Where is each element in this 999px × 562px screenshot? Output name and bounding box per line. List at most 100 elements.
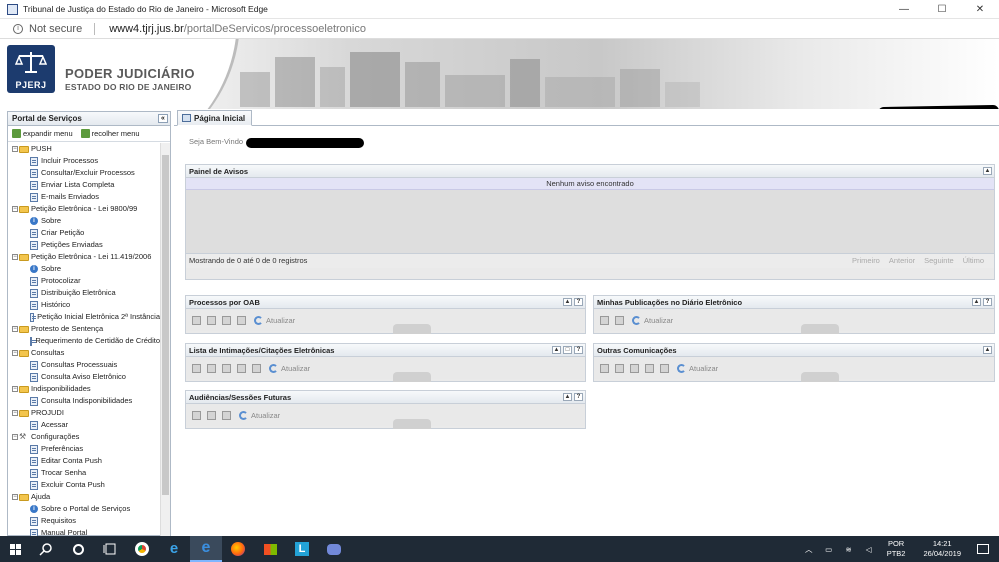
cortana-button[interactable] bbox=[62, 536, 94, 562]
security-status[interactable]: Not secure bbox=[29, 23, 82, 35]
tab-home[interactable]: Página Inicial bbox=[177, 110, 253, 126]
resize-handle[interactable] bbox=[393, 372, 431, 382]
resize-handle[interactable] bbox=[801, 324, 839, 334]
sidebar-folder[interactable]: − Protesto de Sentença bbox=[8, 323, 160, 335]
task-view-button[interactable] bbox=[94, 536, 126, 562]
sidebar-item[interactable]: Consultas Processuais bbox=[8, 359, 160, 371]
sidebar-item[interactable]: E-mails Enviados bbox=[8, 191, 160, 203]
sidebar-item[interactable]: Excluir Conta Push bbox=[8, 479, 160, 491]
publications-refresh-button[interactable]: Atualizar bbox=[632, 315, 673, 325]
tree-toggle-icon[interactable]: − bbox=[12, 494, 18, 500]
print-icon[interactable] bbox=[237, 315, 246, 325]
hearings-collapse-button[interactable]: ▲ bbox=[563, 393, 572, 401]
new-document-icon[interactable] bbox=[192, 315, 201, 325]
pjerj-logo[interactable]: PJERJ bbox=[7, 45, 55, 93]
sidebar-item[interactable]: Distribuição Eletrônica bbox=[8, 287, 160, 299]
sidebar-item[interactable]: Preferências bbox=[8, 443, 160, 455]
print-icon[interactable] bbox=[252, 363, 261, 373]
sidebar-item[interactable]: Incluir Processos bbox=[8, 155, 160, 167]
sidebar-item[interactable]: Trocar Senha bbox=[8, 467, 160, 479]
other-communications-collapse-button[interactable]: ▲ bbox=[983, 346, 992, 354]
firefox-taskbar-button[interactable] bbox=[222, 536, 254, 562]
sidebar-item[interactable]: Requerimento de Certidão de Crédito bbox=[8, 335, 160, 347]
volume-icon[interactable]: ◁ bbox=[863, 545, 875, 554]
start-button[interactable] bbox=[0, 536, 30, 562]
sidebar-folder[interactable]: − PUSH bbox=[8, 143, 160, 155]
oab-collapse-button[interactable]: ▲ bbox=[563, 298, 572, 306]
notices-collapse-button[interactable]: ▲ bbox=[983, 167, 992, 175]
view-icon[interactable] bbox=[207, 315, 216, 325]
hearings-help-button[interactable]: ? bbox=[574, 393, 583, 401]
pager-previous[interactable]: Anterior bbox=[889, 254, 915, 268]
tree-toggle-icon[interactable]: − bbox=[12, 326, 18, 332]
input-language-button[interactable]: POR PTB2 bbox=[887, 539, 906, 559]
publications-collapse-button[interactable]: ▲ bbox=[972, 298, 981, 306]
pager-next[interactable]: Seguinte bbox=[924, 254, 954, 268]
export-excel-icon[interactable] bbox=[645, 363, 654, 373]
sidebar-scrollbar[interactable] bbox=[160, 143, 170, 536]
export-excel-icon[interactable] bbox=[237, 363, 246, 373]
hearings-refresh-button[interactable]: Atualizar bbox=[239, 410, 280, 420]
sidebar-folder[interactable]: − Ajuda bbox=[8, 491, 160, 503]
url-text[interactable]: www4.tjrj.jus.br/portalDeServicos/proces… bbox=[109, 23, 366, 35]
sidebar-item[interactable]: i Sobre o Portal de Serviços bbox=[8, 503, 160, 515]
sidebar-folder[interactable]: − Petição Eletrônica - Lei 9800/99 bbox=[8, 203, 160, 215]
view-icon[interactable] bbox=[207, 363, 216, 373]
summons-refresh-button[interactable]: Atualizar bbox=[269, 363, 310, 373]
sidebar-folder[interactable]: − PROJUDI bbox=[8, 407, 160, 419]
site-info-icon[interactable]: i bbox=[13, 23, 23, 34]
oab-refresh-button[interactable]: Atualizar bbox=[254, 315, 295, 325]
tree-toggle-icon[interactable]: − bbox=[12, 206, 18, 212]
minimize-button[interactable]: — bbox=[885, 0, 923, 19]
close-button[interactable]: ✕ bbox=[961, 0, 999, 19]
resize-handle[interactable] bbox=[393, 419, 431, 429]
summons-collapse-button[interactable]: ▲ bbox=[552, 346, 561, 354]
network-icon[interactable]: ≋ bbox=[843, 545, 855, 554]
sidebar-item[interactable]: Criar Petição bbox=[8, 227, 160, 239]
export-icon[interactable] bbox=[222, 363, 231, 373]
tree-toggle-icon[interactable]: − bbox=[12, 434, 18, 440]
sidebar-scrollbar-thumb[interactable] bbox=[162, 155, 169, 495]
sidebar-item[interactable]: Petições Enviadas bbox=[8, 239, 160, 251]
sidebar-item[interactable]: Manual Portal bbox=[8, 527, 160, 536]
sidebar-folder[interactable]: − Petição Eletrônica - Lei 11.419/2006 bbox=[8, 251, 160, 263]
pager-first[interactable]: Primeiro bbox=[852, 254, 880, 268]
sidebar-item[interactable]: Histórico bbox=[8, 299, 160, 311]
sidebar-collapse-button[interactable]: « bbox=[158, 114, 168, 123]
summons-maximize-button[interactable]: □ bbox=[563, 346, 572, 354]
sidebar-folder[interactable]: − ⚒ Configurações bbox=[8, 431, 160, 443]
battery-icon[interactable]: ▭ bbox=[823, 545, 835, 554]
sidebar-item[interactable]: i Sobre bbox=[8, 215, 160, 227]
sidebar-item[interactable]: Enviar Lista Completa bbox=[8, 179, 160, 191]
l-app-taskbar-button[interactable]: L bbox=[286, 536, 318, 562]
resize-handle[interactable] bbox=[801, 372, 839, 382]
sidebar-item[interactable]: Petição Inicial Eletrônica 2ª Instância bbox=[8, 311, 160, 323]
summons-help-button[interactable]: ? bbox=[574, 346, 583, 354]
sidebar-item[interactable]: Acessar bbox=[8, 419, 160, 431]
new-document-icon[interactable] bbox=[600, 363, 609, 373]
search-button[interactable] bbox=[30, 536, 62, 562]
sidebar-item[interactable]: Consulta Indisponibilidades bbox=[8, 395, 160, 407]
export-icon[interactable] bbox=[222, 315, 231, 325]
tree-toggle-icon[interactable]: − bbox=[12, 410, 18, 416]
ie-taskbar-button[interactable]: e bbox=[158, 536, 190, 562]
tree-toggle-icon[interactable]: − bbox=[12, 146, 18, 152]
discord-taskbar-button[interactable] bbox=[318, 536, 350, 562]
store-taskbar-button[interactable] bbox=[254, 536, 286, 562]
sidebar-folder[interactable]: − Indisponibilidades bbox=[8, 383, 160, 395]
new-document-icon[interactable] bbox=[192, 363, 201, 373]
sidebar-item[interactable]: Requisitos bbox=[8, 515, 160, 527]
print-icon[interactable] bbox=[222, 410, 231, 420]
tree-toggle-icon[interactable]: − bbox=[12, 386, 18, 392]
document-icon[interactable] bbox=[600, 315, 609, 325]
sidebar-item[interactable]: Consulta Aviso Eletrônico bbox=[8, 371, 160, 383]
edge-taskbar-button[interactable]: e bbox=[190, 536, 222, 562]
view-icon[interactable] bbox=[615, 363, 624, 373]
expand-menu-button[interactable]: expandir menu bbox=[12, 129, 73, 138]
sidebar-item[interactable]: i Sobre bbox=[8, 263, 160, 275]
new-document-icon[interactable] bbox=[192, 410, 201, 420]
oab-help-button[interactable]: ? bbox=[574, 298, 583, 306]
maximize-button[interactable]: ☐ bbox=[923, 0, 961, 19]
tree-toggle-icon[interactable]: − bbox=[12, 254, 18, 260]
view-icon[interactable] bbox=[207, 410, 216, 420]
